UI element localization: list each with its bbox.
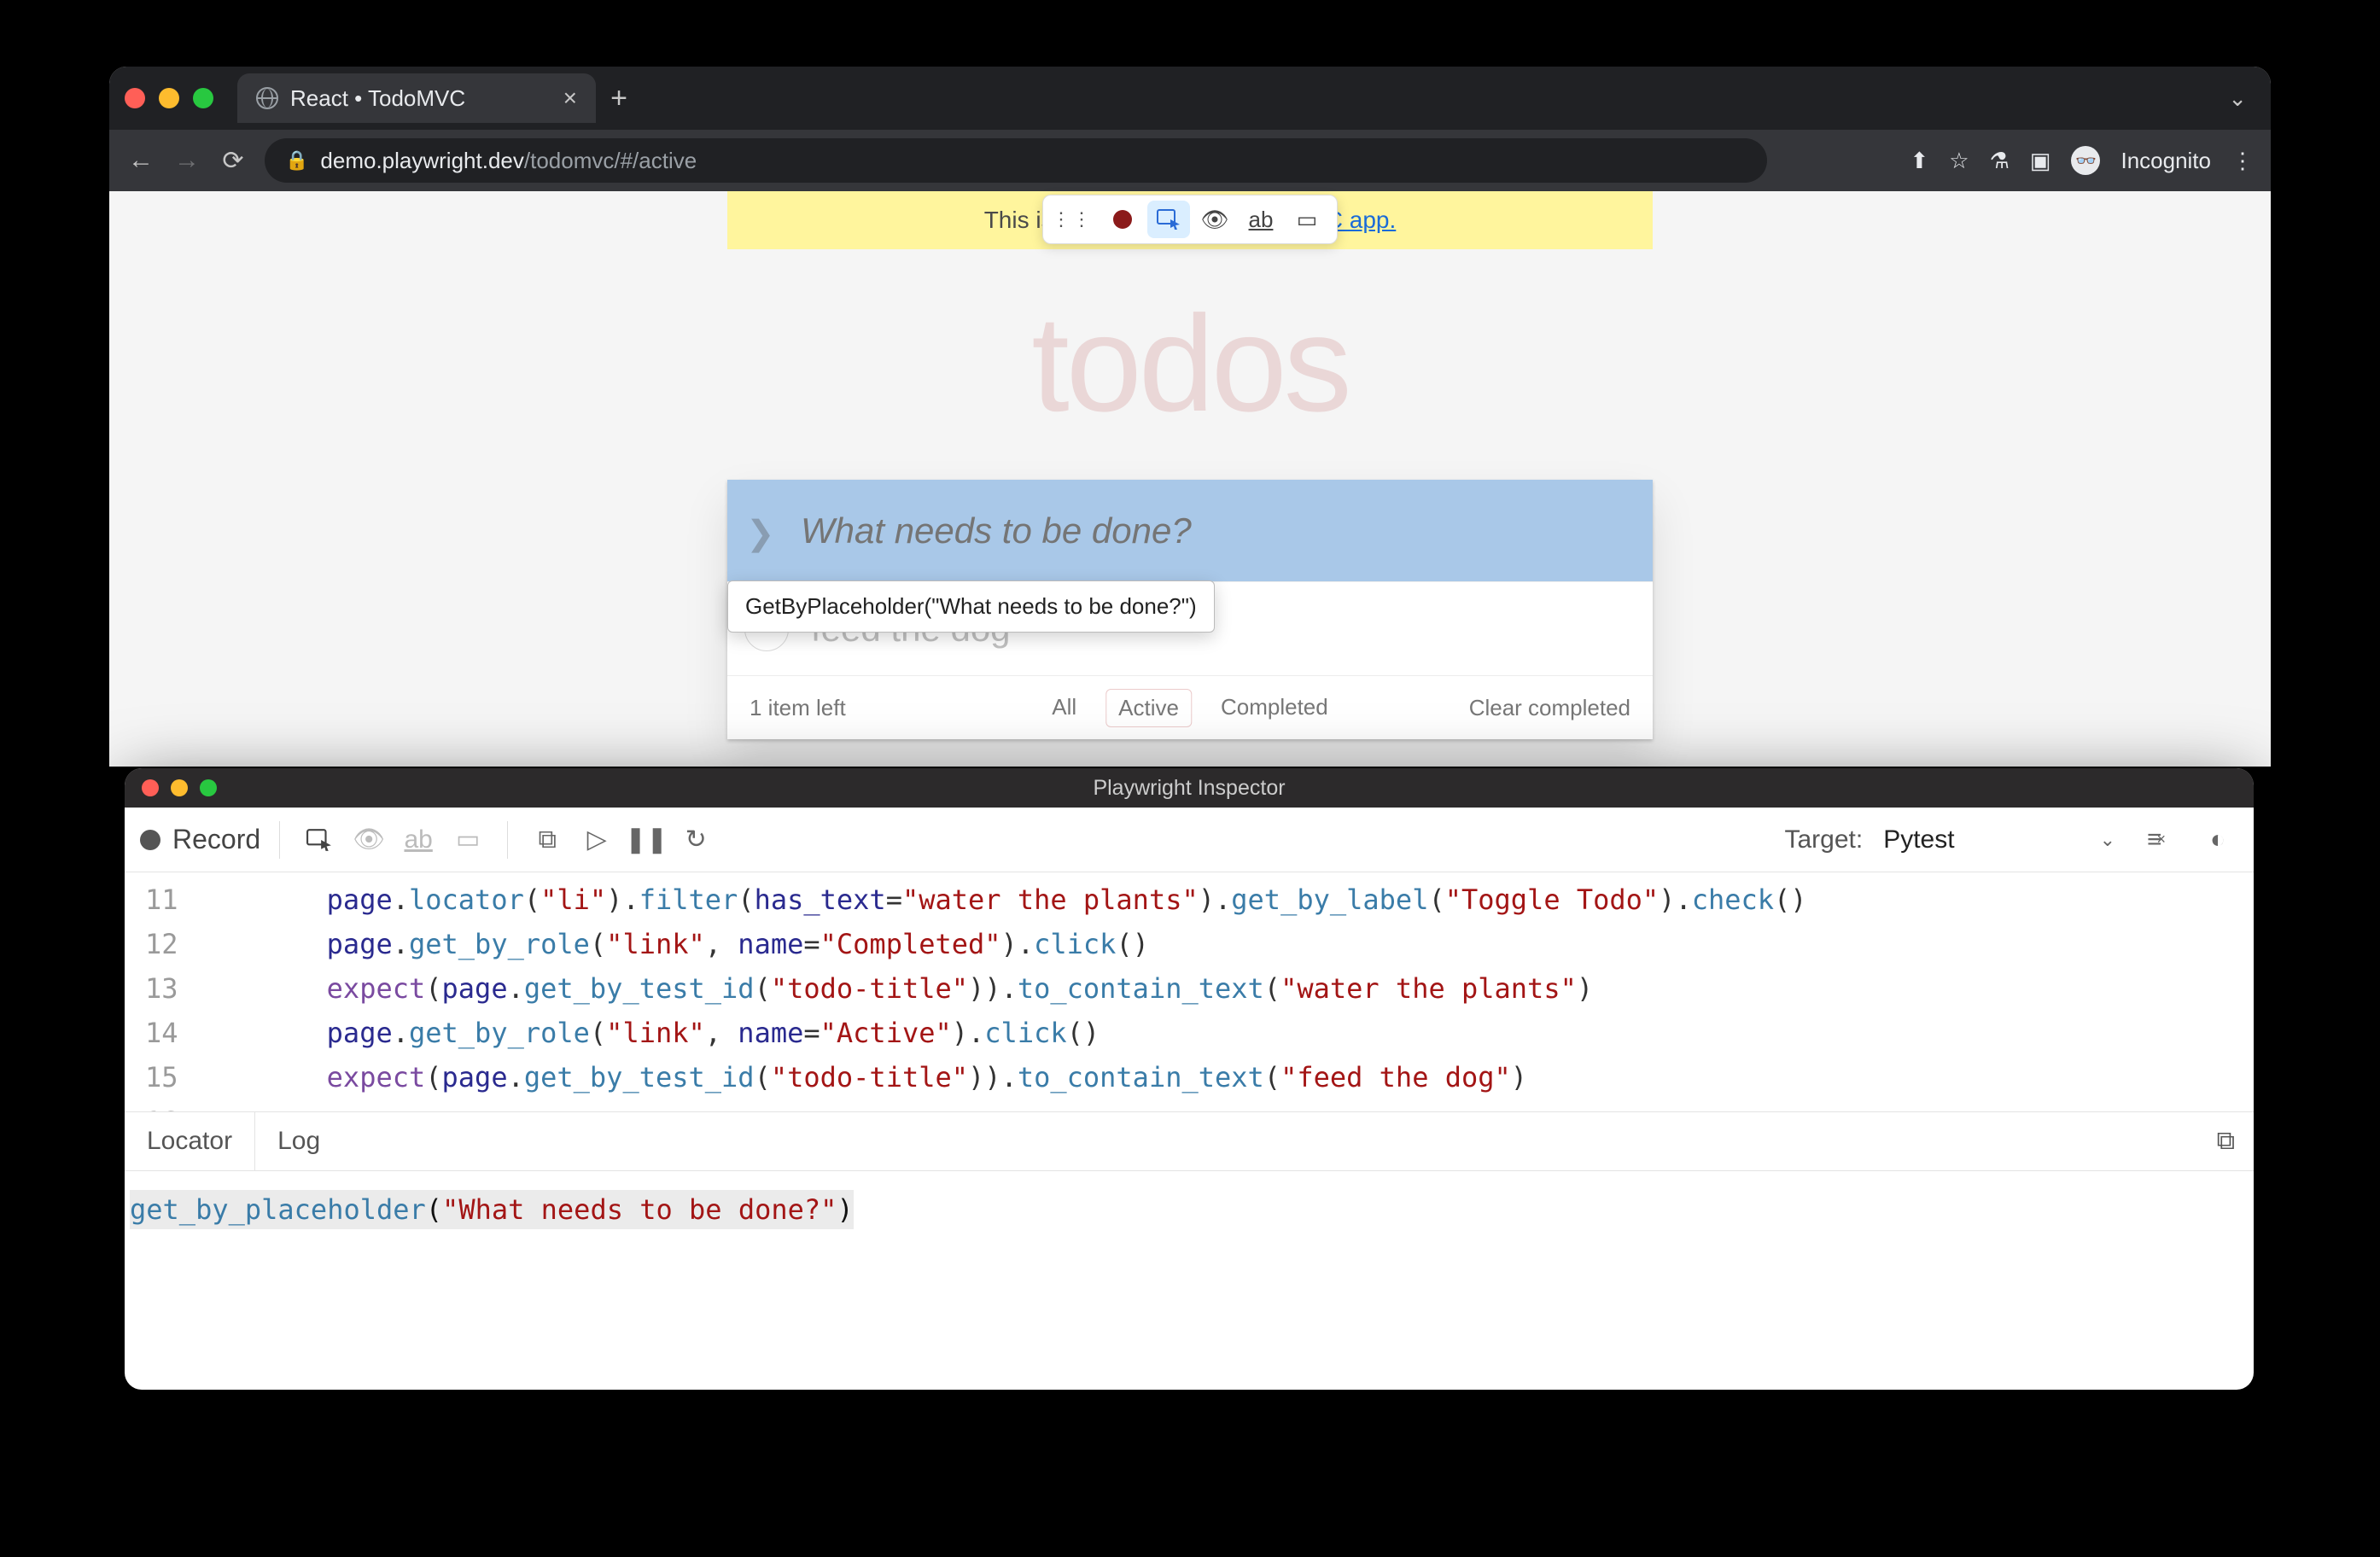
record-label: Record [172,824,260,855]
inspector-title: Playwright Inspector [1093,776,1285,801]
code-line: page.locator("li").filter(has_text="wate… [195,878,1807,922]
clear-completed-button[interactable]: Clear completed [1469,695,1630,721]
close-window-button[interactable] [125,88,145,108]
tab-log[interactable]: Log [255,1112,342,1170]
bookmark-icon[interactable]: ☆ [1949,148,1969,174]
todo-app: ❯ GetByPlaceholder("What needs to be don… [727,480,1653,739]
new-tab-button[interactable]: + [599,79,639,118]
todos-heading: todos [1031,285,1348,442]
minimize-window-button[interactable] [171,779,188,796]
step-over-button[interactable]: ↻ [675,819,716,860]
items-left-label: 1 item left [750,695,846,721]
back-button[interactable]: ← [126,146,155,175]
pause-button[interactable]: ❚❚ [626,819,667,860]
flask-icon[interactable]: ⚗︎ [1990,148,2010,174]
browser-titlebar: React • TodoMVC × + ⌄ [109,67,2271,130]
new-todo-input[interactable] [801,510,1629,551]
tab-title: React • TodoMVC [290,85,465,112]
share-icon[interactable]: ⬆︎ [1910,148,1928,174]
toolbar-right: ⬆︎ ☆ ⚗︎ ▣ 👓 Incognito ⋮ [1910,146,2254,175]
theme-toggle-button[interactable]: ◐ [2197,819,2238,860]
forward-button[interactable]: → [172,146,201,175]
new-todo-row: ❯ GetByPlaceholder("What needs to be don… [727,480,1653,582]
kebab-menu-button[interactable]: ⋮ [2231,148,2254,174]
url-field[interactable]: 🔒 demo.playwright.dev/todomvc/#/active [265,138,1767,183]
code-line: page.get_by_role("link", name="Completed… [195,922,1807,966]
inspector-titlebar: Playwright Inspector [125,768,2254,808]
url-text: demo.playwright.dev/todomvc/#/active [320,148,697,174]
tabs-menu-button[interactable]: ⌄ [2228,85,2247,112]
playwright-overlay-toolbar[interactable]: ⋮⋮ 👁 ab ▭ [1042,195,1338,244]
copy-locator-button[interactable]: ⧉ [2217,1127,2235,1156]
target-value: Pytest [1883,825,1954,854]
incognito-icon: 👓 [2071,146,2100,175]
overlay-pick-locator-button[interactable] [1147,201,1190,238]
inspector-window-controls [142,779,217,796]
browser-tab[interactable]: React • TodoMVC × [237,73,596,123]
resume-button[interactable]: ▷ [576,819,617,860]
target-label: Target: [1784,825,1863,854]
code-editor[interactable]: 111213141516 page.locator("li").filter(h… [125,872,2254,1111]
pick-locator-button[interactable] [299,819,340,860]
assert-snapshot-button[interactable]: ▭ [447,819,488,860]
locator-tooltip: GetByPlaceholder("What needs to be done?… [727,580,1215,633]
inspector-window: Playwright Inspector Record 👁 ab ▭ ⧉ ▷ ❚… [125,768,2254,1390]
record-icon [140,830,160,850]
code-line: expect(page.get_by_test_id("todo-title")… [195,966,1807,1011]
todo-footer: 1 item left All Active Completed Clear c… [727,676,1653,739]
drag-handle-icon[interactable]: ⋮⋮ [1052,208,1093,230]
lock-icon: 🔒 [285,149,308,172]
overlay-record-button[interactable] [1101,201,1144,238]
browser-window: React • TodoMVC × + ⌄ ← → ⟳ 🔒 demo.playw… [109,67,2271,767]
code-line: expect(page.get_by_test_id("todo-title")… [195,1055,1807,1099]
code-line: page.get_by_role("link", name="Active").… [195,1011,1807,1055]
visibility-button[interactable]: 👁 [348,819,389,860]
target-select[interactable]: Pytest ⌄ [1883,825,2115,854]
globe-icon [256,87,278,109]
window-controls [125,88,213,108]
panel-icon[interactable]: ▣ [2030,148,2051,174]
locator-editor[interactable]: get_by_placeholder("What needs to be don… [125,1171,2254,1248]
maximize-window-button[interactable] [200,779,217,796]
assert-text-button[interactable]: ab [398,819,439,860]
chevron-down-icon: ⌄ [2100,829,2115,851]
reload-button[interactable]: ⟳ [219,146,248,175]
filter-list: All Active Completed [1040,689,1339,727]
overlay-snapshot-button[interactable]: ▭ [1286,201,1328,238]
minimize-window-button[interactable] [159,88,179,108]
browser-toolbar: ← → ⟳ 🔒 demo.playwright.dev/todomvc/#/ac… [109,130,2271,191]
filter-all[interactable]: All [1040,689,1088,727]
code-line [195,1099,1807,1111]
canvas: { "browser": { "tab_title": "React • Tod… [0,0,2380,1557]
overlay-text-button[interactable]: ab [1240,201,1282,238]
filter-active[interactable]: Active [1105,689,1192,727]
bottom-tabs: Locator Log ⧉ [125,1111,2254,1171]
pick-locator-icon [1157,209,1181,230]
tab-locator[interactable]: Locator [125,1112,255,1170]
locator-expression: get_by_placeholder("What needs to be don… [130,1190,854,1229]
copy-button[interactable]: ⧉ [527,819,568,860]
page-content: This is just a demo real TodoMVC app. ⋮⋮… [109,191,2271,767]
inspector-toolbar: Record 👁 ab ▭ ⧉ ▷ ❚❚ ↻ Target: Pytest ⌄ … [125,808,2254,872]
code-content: page.locator("li").filter(has_text="wate… [195,872,1807,1111]
close-window-button[interactable] [142,779,159,796]
maximize-window-button[interactable] [193,88,213,108]
clear-button[interactable]: ≡× [2136,819,2177,860]
record-button[interactable]: Record [140,824,260,855]
incognito-label: Incognito [2120,148,2211,174]
toggle-all-button[interactable]: ❯ [746,514,775,553]
line-gutter: 111213141516 [125,872,195,1111]
overlay-visibility-button[interactable]: 👁 [1193,201,1236,238]
tab-close-button[interactable]: × [563,86,577,110]
filter-completed[interactable]: Completed [1209,689,1340,727]
